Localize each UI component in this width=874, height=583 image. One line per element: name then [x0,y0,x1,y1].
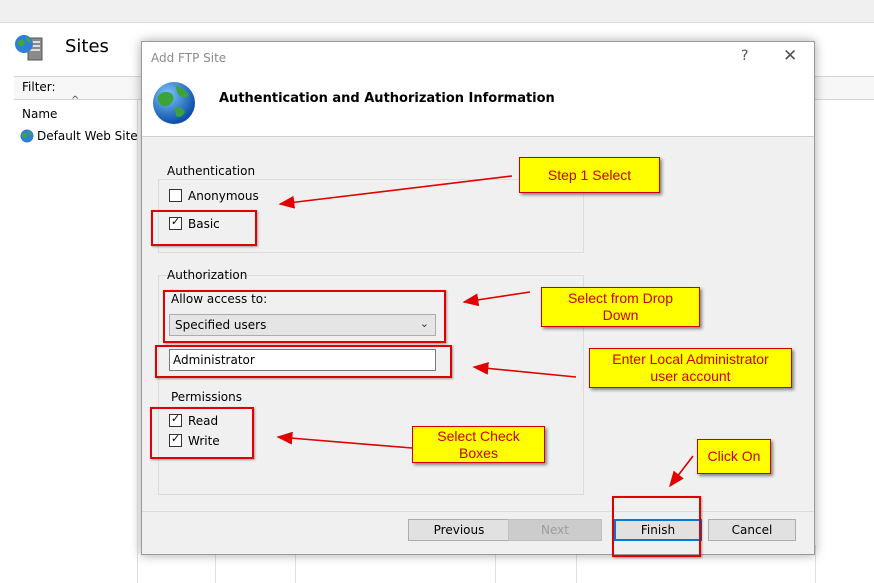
basic-highlight-box [151,210,257,246]
dialog-header [142,42,814,137]
column-divider [815,545,816,583]
dialog-heading: Authentication and Authorization Informa… [219,91,555,106]
checkboxes-callout: Select Check Boxes [412,426,545,463]
step1-callout: Step 1 Select [519,157,660,193]
help-button[interactable]: ? [741,48,748,64]
next-button[interactable]: Next [508,519,602,541]
anonymous-checkbox[interactable]: Anonymous [169,188,259,204]
list-item-label: Default Web Site [37,128,138,143]
dropdown-highlight-box [163,290,446,343]
column-header-name[interactable]: Name [22,107,57,121]
page-title: Sites [65,36,109,57]
checkbox-highlight-box [150,407,254,459]
click-on-callout: Click On [697,439,771,474]
permissions-label: Permissions [171,390,242,404]
cancel-button[interactable]: Cancel [708,519,796,541]
filter-label[interactable]: Filter: [22,80,56,94]
window-top-bar [0,0,874,23]
sites-list-pane [14,99,138,583]
dropdown-callout: Select from Drop Down [541,287,700,327]
server-globe-icon [14,32,46,64]
finish-highlight-box [612,496,701,557]
close-button[interactable]: ✕ [783,46,797,66]
dialog-title: Add FTP Site [151,51,227,65]
previous-button[interactable]: Previous [408,519,510,541]
globe-icon [20,129,34,143]
list-item[interactable]: Default Web Site [20,128,138,144]
anonymous-label: Anonymous [188,188,259,203]
checkbox-box[interactable] [169,189,182,202]
admin-callout: Enter Local Administrator user account [589,348,792,388]
user-highlight-box [155,345,452,378]
button-bar-divider [142,511,814,512]
globe-icon [151,80,197,126]
authentication-label: Authentication [167,164,256,178]
authorization-label: Authorization [167,268,248,282]
